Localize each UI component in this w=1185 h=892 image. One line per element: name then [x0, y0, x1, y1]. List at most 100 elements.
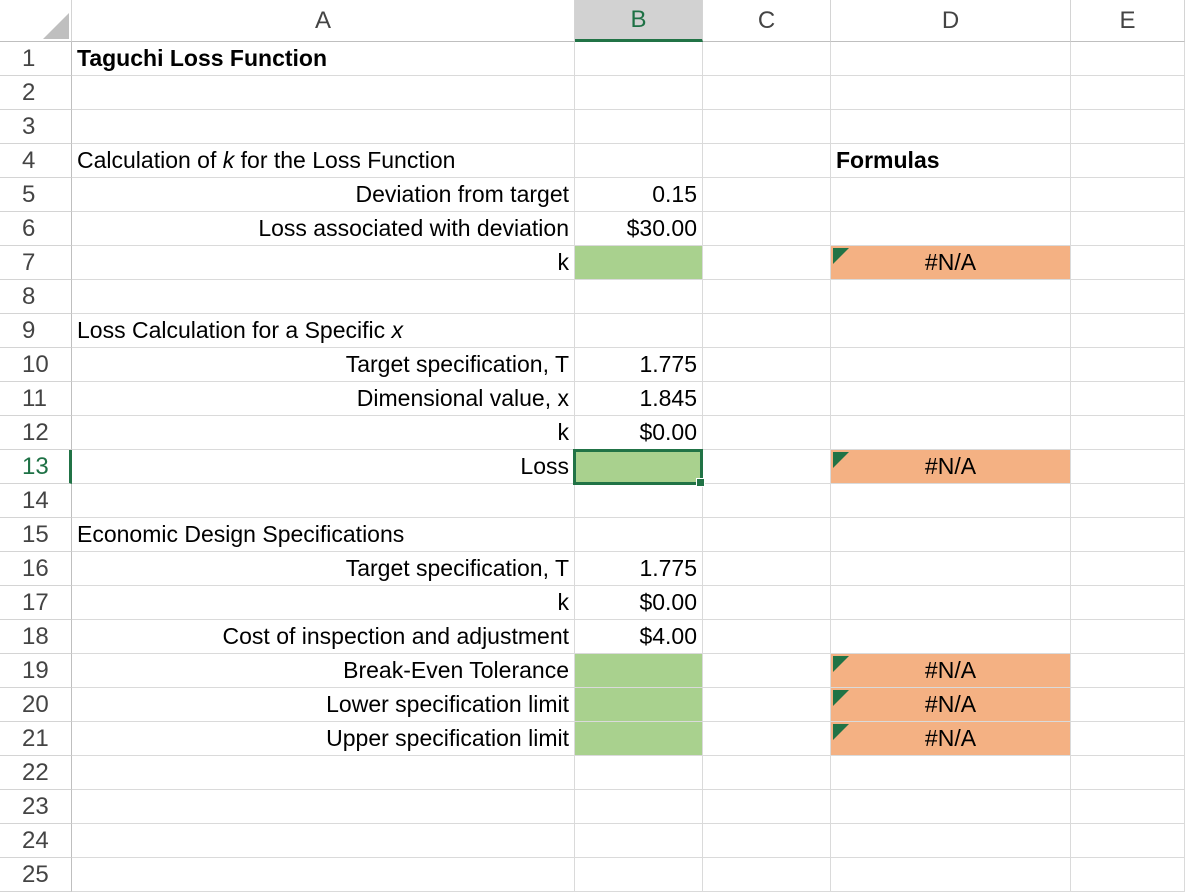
- cell-c6[interactable]: [703, 212, 831, 246]
- cell-c15[interactable]: [703, 518, 831, 552]
- cell-d9[interactable]: [831, 314, 1071, 348]
- cell-b3[interactable]: [575, 110, 703, 144]
- cell-e12[interactable]: [1071, 416, 1185, 450]
- row-header-4[interactable]: 4: [0, 144, 72, 178]
- cell-e7[interactable]: [1071, 246, 1185, 280]
- cell-e22[interactable]: [1071, 756, 1185, 790]
- loss-label[interactable]: Loss: [72, 450, 575, 484]
- cell-c23[interactable]: [703, 790, 831, 824]
- cell-c5[interactable]: [703, 178, 831, 212]
- cell-b1[interactable]: [575, 42, 703, 76]
- cell-d11[interactable]: [831, 382, 1071, 416]
- cell-d15[interactable]: [831, 518, 1071, 552]
- cell-d10[interactable]: [831, 348, 1071, 382]
- cell-d18[interactable]: [831, 620, 1071, 654]
- cell-b24[interactable]: [575, 824, 703, 858]
- cell-a24[interactable]: [72, 824, 575, 858]
- cell-e5[interactable]: [1071, 178, 1185, 212]
- cell-c12[interactable]: [703, 416, 831, 450]
- cell-d24[interactable]: [831, 824, 1071, 858]
- k-label[interactable]: k: [72, 246, 575, 280]
- row-header-25[interactable]: 25: [0, 858, 72, 892]
- k-label-2[interactable]: k: [72, 416, 575, 450]
- target-spec-label[interactable]: Target specification, T: [72, 348, 575, 382]
- cell-c13[interactable]: [703, 450, 831, 484]
- cell-c24[interactable]: [703, 824, 831, 858]
- cell-c19[interactable]: [703, 654, 831, 688]
- cell-c20[interactable]: [703, 688, 831, 722]
- cell-c21[interactable]: [703, 722, 831, 756]
- cell-e13[interactable]: [1071, 450, 1185, 484]
- cell-e11[interactable]: [1071, 382, 1185, 416]
- cell-b8[interactable]: [575, 280, 703, 314]
- cell-e25[interactable]: [1071, 858, 1185, 892]
- upper-spec-limit-input[interactable]: [575, 722, 703, 756]
- cell-a22[interactable]: [72, 756, 575, 790]
- cell-d23[interactable]: [831, 790, 1071, 824]
- formulas-header[interactable]: Formulas: [831, 144, 1071, 178]
- cell-e14[interactable]: [1071, 484, 1185, 518]
- target-spec-value-3[interactable]: 1.775: [575, 552, 703, 586]
- cell-c10[interactable]: [703, 348, 831, 382]
- cell-b22[interactable]: [575, 756, 703, 790]
- section1-heading[interactable]: Calculation of k for the Loss Function: [72, 144, 575, 178]
- cell-c25[interactable]: [703, 858, 831, 892]
- column-header-d[interactable]: D: [831, 0, 1071, 42]
- cell-a25[interactable]: [72, 858, 575, 892]
- cell-e4[interactable]: [1071, 144, 1185, 178]
- cell-d17[interactable]: [831, 586, 1071, 620]
- column-header-c[interactable]: C: [703, 0, 831, 42]
- cell-e6[interactable]: [1071, 212, 1185, 246]
- row-header-18[interactable]: 18: [0, 620, 72, 654]
- cell-c18[interactable]: [703, 620, 831, 654]
- loss-deviation-value[interactable]: $30.00: [575, 212, 703, 246]
- cell-c9[interactable]: [703, 314, 831, 348]
- dimensional-value[interactable]: 1.845: [575, 382, 703, 416]
- column-header-a[interactable]: A: [72, 0, 575, 42]
- row-header-2[interactable]: 2: [0, 76, 72, 110]
- cell-d2[interactable]: [831, 76, 1071, 110]
- cell-e3[interactable]: [1071, 110, 1185, 144]
- row-header-7[interactable]: 7: [0, 246, 72, 280]
- deviation-value[interactable]: 0.15: [575, 178, 703, 212]
- loss-deviation-label[interactable]: Loss associated with deviation: [72, 212, 575, 246]
- cell-d6[interactable]: [831, 212, 1071, 246]
- k-label-3[interactable]: k: [72, 586, 575, 620]
- upper-spec-limit-label[interactable]: Upper specification limit: [72, 722, 575, 756]
- cell-e23[interactable]: [1071, 790, 1185, 824]
- row-header-11[interactable]: 11: [0, 382, 72, 416]
- cell-e24[interactable]: [1071, 824, 1185, 858]
- cell-d14[interactable]: [831, 484, 1071, 518]
- select-all-corner[interactable]: [0, 0, 72, 42]
- row-header-6[interactable]: 6: [0, 212, 72, 246]
- cell-c3[interactable]: [703, 110, 831, 144]
- cell-b15[interactable]: [575, 518, 703, 552]
- cell-e1[interactable]: [1071, 42, 1185, 76]
- row-header-8[interactable]: 8: [0, 280, 72, 314]
- lower-spec-limit-input[interactable]: [575, 688, 703, 722]
- row-header-21[interactable]: 21: [0, 722, 72, 756]
- row-header-1[interactable]: 1: [0, 42, 72, 76]
- lower-spec-limit-formula[interactable]: #N/A: [831, 688, 1071, 722]
- cell-b2[interactable]: [575, 76, 703, 110]
- row-header-3[interactable]: 3: [0, 110, 72, 144]
- cell-b14[interactable]: [575, 484, 703, 518]
- row-header-19[interactable]: 19: [0, 654, 72, 688]
- cell-a23[interactable]: [72, 790, 575, 824]
- row-header-5[interactable]: 5: [0, 178, 72, 212]
- deviation-label[interactable]: Deviation from target: [72, 178, 575, 212]
- cell-e15[interactable]: [1071, 518, 1185, 552]
- target-spec-value[interactable]: 1.775: [575, 348, 703, 382]
- cell-c4[interactable]: [703, 144, 831, 178]
- section3-heading[interactable]: Economic Design Specifications: [72, 518, 575, 552]
- column-header-b[interactable]: B: [575, 0, 703, 42]
- cell-e16[interactable]: [1071, 552, 1185, 586]
- break-even-tolerance-input[interactable]: [575, 654, 703, 688]
- cell-b9[interactable]: [575, 314, 703, 348]
- sheet-title[interactable]: Taguchi Loss Function: [72, 42, 575, 76]
- cell-e2[interactable]: [1071, 76, 1185, 110]
- k-value-2[interactable]: $0.00: [575, 416, 703, 450]
- cell-c11[interactable]: [703, 382, 831, 416]
- cell-e17[interactable]: [1071, 586, 1185, 620]
- row-header-24[interactable]: 24: [0, 824, 72, 858]
